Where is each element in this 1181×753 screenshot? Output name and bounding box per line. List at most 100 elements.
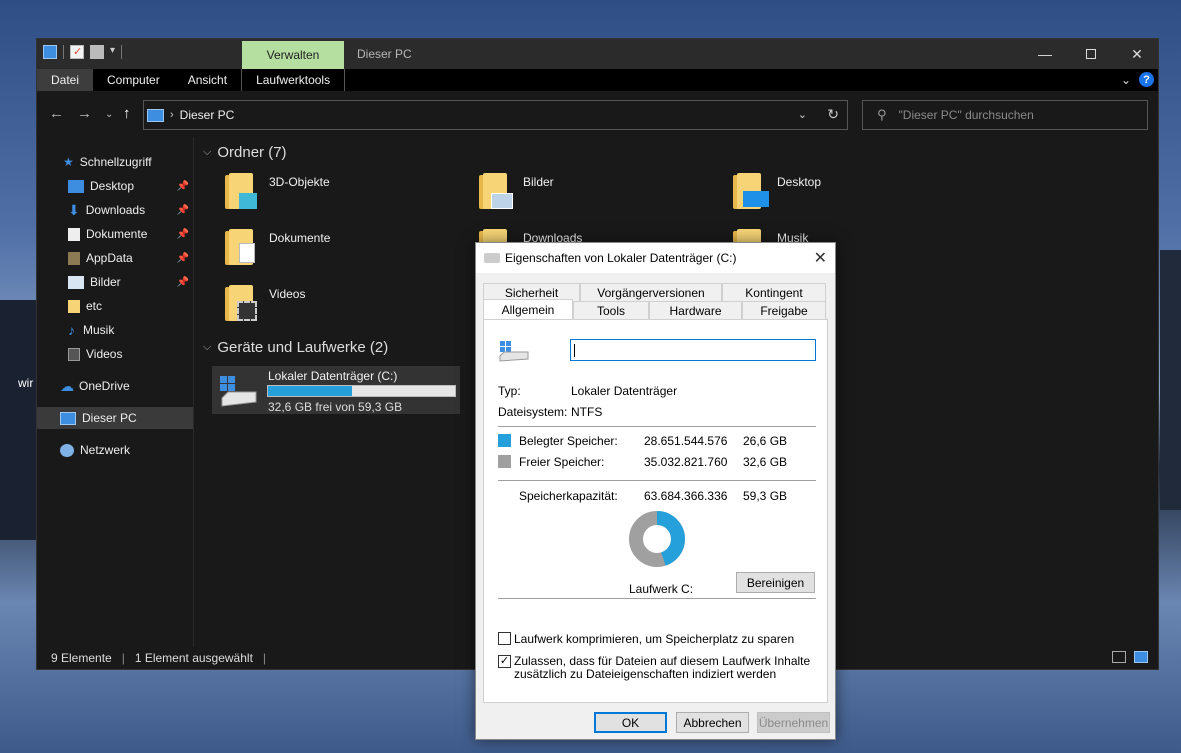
capacity-label: Speicherkapazität: [519,489,618,503]
tab-vorgaengerversionen[interactable]: Vorgängerversionen [580,283,722,301]
folder-icon [477,171,513,211]
compress-checkbox[interactable] [498,632,511,645]
folder-label: Videos [269,287,306,301]
filesystem-label: Dateisystem: [498,405,568,419]
divider [498,426,816,427]
cancel-button[interactable]: Abbrechen [676,712,749,733]
maximize-button[interactable] [1068,39,1114,69]
folder-videos[interactable]: Videos [223,283,305,323]
search-input[interactable]: ⚲ "Dieser PC" durchsuchen [862,100,1148,130]
ok-button[interactable]: OK [594,712,667,733]
used-space-bytes: 28.651.544.576 [644,434,728,448]
apply-button[interactable]: Übernehmen [757,712,830,733]
drives-group-header[interactable]: ⌵ Geräte und Laufwerke (2) [203,339,388,356]
close-button[interactable]: ✕ [1114,39,1160,69]
tab-allgemein[interactable]: Allgemein [483,299,573,319]
desktop-icon [68,179,84,193]
sidebar-item-label: Desktop [90,179,135,193]
filesystem-value: NTFS [571,405,603,419]
drive-name-input[interactable] [570,339,816,361]
star-icon: ★ [63,155,74,169]
tab-freigabe[interactable]: Freigabe [742,301,826,319]
pin-icon[interactable]: 📌 [177,253,189,264]
properties-icon[interactable] [70,45,84,59]
desktop-partial-label: wir [18,376,34,390]
tab-computer[interactable]: Computer [93,69,174,91]
expand-ribbon-icon[interactable]: ⌄ [1121,73,1131,87]
sidebar-item-bilder[interactable]: Bilder 📌 [37,271,193,293]
refresh-icon[interactable]: ↻ [827,106,839,123]
cleanup-button[interactable]: Bereinigen [736,572,815,593]
minimize-button[interactable]: — [1022,39,1068,69]
sidebar-item-dokumente[interactable]: Dokumente 📌 [37,223,193,245]
folders-group-header[interactable]: ⌵ Ordner (7) [203,144,287,161]
tab-verwalten[interactable]: Verwalten [242,41,344,69]
sidebar-item-desktop[interactable]: Desktop 📌 [37,175,193,197]
folder-bilder[interactable]: Bilder [477,171,554,211]
search-icon: ⚲ [877,107,887,122]
sidebar-item-label: AppData [86,251,133,265]
tab-ansicht[interactable]: Ansicht [174,69,241,91]
folder-dokumente[interactable]: Dokumente [223,227,330,267]
sidebar-item-appdata[interactable]: AppData 📌 [37,247,193,269]
forward-button[interactable]: → [77,105,92,122]
ribbon-tabs: Datei Computer Ansicht Laufwerktools ⌄ ? [37,69,1158,91]
folder-desktop[interactable]: Desktop [731,171,821,211]
title-bar: ▾ Verwalten Dieser PC — ✕ [37,39,1158,69]
tab-kontingent[interactable]: Kontingent [722,283,826,301]
address-path[interactable]: Dieser PC [180,108,235,122]
tab-datei[interactable]: Datei [37,69,94,91]
pin-icon[interactable]: 📌 [177,277,189,288]
folder-3d-objekte[interactable]: 3D-Objekte [223,171,330,211]
customize-toolbar-icon[interactable]: ▾ [110,45,115,59]
separator [121,45,123,59]
new-folder-icon[interactable] [90,45,104,59]
drive-icon [499,341,529,362]
this-pc-icon [60,411,76,425]
address-bar[interactable]: › Dieser PC ⌄ ↻ [143,100,848,130]
drive-icon [220,376,257,407]
sidebar-item-netzwerk[interactable]: Netzwerk [37,439,193,461]
chevron-right-icon[interactable]: › [170,109,174,121]
properties-dialog: Eigenschaften von Lokaler Datenträger (C… [475,242,836,740]
search-placeholder: "Dieser PC" durchsuchen [898,108,1034,122]
sidebar-item-onedrive[interactable]: ☁ OneDrive [37,375,193,397]
sidebar-item-downloads[interactable]: ⬇ Downloads 📌 [37,199,193,221]
pin-icon[interactable]: 📌 [177,229,189,240]
tiles-view-icon[interactable] [1134,651,1148,663]
folder-icon [223,171,259,211]
folder-icon [68,299,80,313]
up-button[interactable]: ↑ [123,105,131,122]
tab-hardware[interactable]: Hardware [649,301,742,319]
back-button[interactable]: ← [49,105,64,122]
sidebar-item-schnellzugriff[interactable]: ★ Schnellzugriff [37,151,193,173]
sidebar-item-label: Musik [83,323,115,337]
quick-access-toolbar: ▾ [43,45,123,59]
desktop-background-right [1160,250,1181,510]
sidebar-item-musik[interactable]: ♪ Musik [37,319,193,341]
pin-icon[interactable]: 📌 [177,181,189,192]
pin-icon[interactable]: 📌 [177,205,189,216]
sidebar-item-videos[interactable]: Videos [37,343,193,365]
ribbon-controls: ⌄ ? [1121,72,1154,87]
navigation-pane: ★ Schnellzugriff Desktop 📌 ⬇ Downloads 📌… [37,137,194,649]
this-pc-icon [147,108,164,122]
sidebar-item-etc[interactable]: etc [37,295,193,317]
sidebar-item-label: OneDrive [79,379,130,393]
chevron-down-icon: ⌵ [203,341,212,353]
tab-laufwerktools[interactable]: Laufwerktools [241,69,346,91]
details-view-icon[interactable] [1112,651,1126,663]
sidebar-item-dieser-pc[interactable]: Dieser PC [37,407,193,429]
sidebar-item-label: etc [86,299,103,313]
help-icon[interactable]: ? [1139,72,1154,87]
divider [498,598,816,599]
tab-tools[interactable]: Tools [573,301,649,319]
window-title: Dieser PC [357,47,412,61]
chevron-down-icon[interactable]: ⌄ [798,108,807,121]
index-checkbox[interactable]: ✓ [498,655,511,668]
close-button[interactable]: ✕ [814,248,827,268]
type-label: Typ: [498,384,521,398]
drive-free-space: 32,6 GB frei von 59,3 GB [268,400,403,414]
recent-locations-icon[interactable]: ⌄ [105,109,113,120]
drive-c[interactable]: Lokaler Datenträger (C:) 32,6 GB frei vo… [212,366,460,414]
